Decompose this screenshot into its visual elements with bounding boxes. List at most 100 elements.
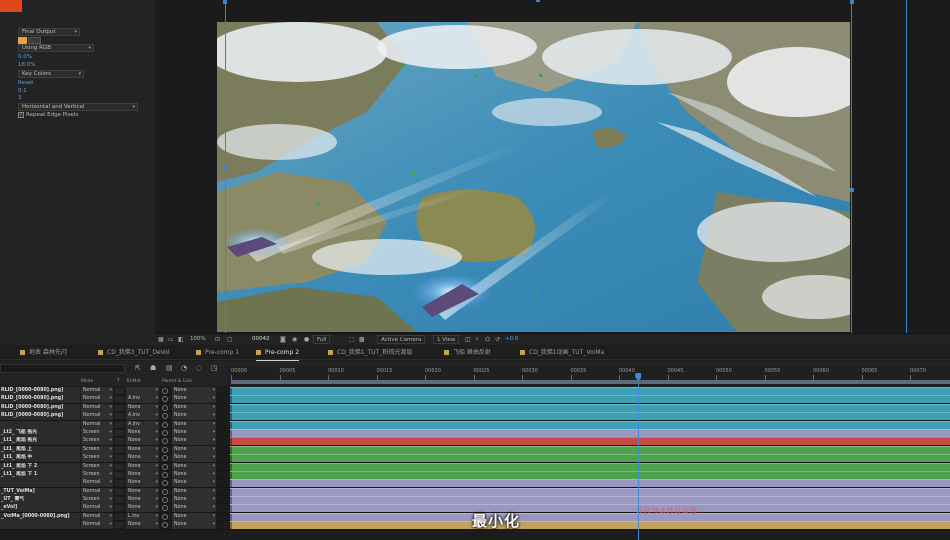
parent-pickwhip-icon[interactable] bbox=[162, 513, 168, 520]
composition-viewer[interactable] bbox=[155, 0, 950, 340]
layer-row[interactable]: _UT_ 雾气Screen None None bbox=[0, 496, 950, 505]
track-matte-dropdown[interactable]: None bbox=[126, 437, 159, 446]
layer-name[interactable]: _TUT_VoiMa] bbox=[0, 487, 80, 496]
preserve-transparency-toggle[interactable] bbox=[115, 438, 124, 445]
layer-duration-bar[interactable] bbox=[230, 420, 950, 429]
tab-3[interactable]: Pre-comp 1 bbox=[196, 346, 239, 360]
parent-dropdown[interactable]: None bbox=[172, 470, 216, 479]
graph-editor-icon[interactable]: ◌ bbox=[196, 364, 202, 372]
time-ruler[interactable]: 00000 00005 00010 00015 00020 00025 00030 00035… bbox=[228, 366, 950, 386]
track-matte-dropdown[interactable]: None bbox=[126, 496, 159, 505]
tab-6[interactable]: 飞船 峰抽反射 bbox=[444, 346, 491, 360]
track-matte-dropdown[interactable]: None bbox=[126, 454, 159, 463]
track-matte-dropdown[interactable] bbox=[126, 387, 159, 395]
layer-duration-bar[interactable] bbox=[230, 437, 950, 446]
track-matte-dropdown[interactable]: A.Inv bbox=[126, 395, 159, 404]
exposure-value[interactable]: +0.0 bbox=[505, 334, 518, 345]
track-matte-dropdown[interactable]: None bbox=[126, 403, 159, 412]
layer-name[interactable]: RLID_[0000-0080].png] bbox=[0, 387, 80, 395]
trkmat-column-header[interactable]: TrkMat bbox=[126, 377, 141, 386]
parent-pickwhip-icon[interactable] bbox=[162, 463, 168, 470]
preserve-transparency-toggle[interactable] bbox=[115, 404, 124, 411]
parent-dropdown[interactable]: None bbox=[172, 496, 216, 505]
direction-dropdown[interactable]: Horizontal and Vertical bbox=[18, 103, 138, 111]
snapshot-camera-icon[interactable]: ◙ bbox=[280, 334, 286, 345]
blend-mode-dropdown[interactable]: Screen bbox=[81, 496, 113, 505]
preserve-transparency-toggle[interactable] bbox=[115, 413, 124, 420]
parent-dropdown[interactable]: None bbox=[172, 445, 216, 454]
radius-value[interactable]: 3 bbox=[18, 95, 22, 102]
layer-duration-bar[interactable] bbox=[230, 403, 950, 412]
layer-name[interactable]: RLID_[0000-0080].png] bbox=[0, 395, 80, 404]
layer-row[interactable]: _Lt1_ 尾焰 拖光Screen None None bbox=[0, 437, 950, 446]
track-matte-dropdown[interactable]: None bbox=[126, 521, 159, 530]
blend-mode-dropdown[interactable]: Normal bbox=[81, 479, 113, 488]
parent-pickwhip-icon[interactable] bbox=[162, 455, 168, 462]
layer-row[interactable]: _Lt1_ 尾焰 中Screen None None bbox=[0, 454, 950, 463]
layer-row[interactable]: Normal A.Inv None bbox=[0, 420, 950, 429]
preserve-transparency-toggle[interactable] bbox=[115, 488, 124, 495]
parent-pickwhip-icon[interactable] bbox=[162, 488, 168, 495]
repeat-edge-checkbox[interactable]: ✓ bbox=[18, 112, 24, 118]
parent-pickwhip-icon[interactable] bbox=[162, 505, 168, 512]
layer-name[interactable]: RLID_[0000-0080].png] bbox=[0, 403, 80, 412]
layer-name[interactable]: _Lt1_ 尾焰 下 1 bbox=[0, 470, 80, 479]
blend-mode-dropdown[interactable]: Normal bbox=[81, 420, 113, 429]
blend-mode-dropdown[interactable]: Screen bbox=[81, 428, 113, 437]
tab-2[interactable]: CD_我佛3_TUT_DeVol bbox=[98, 346, 170, 360]
preserve-transparency-toggle[interactable] bbox=[115, 505, 124, 512]
blend-mode-dropdown[interactable]: Normal bbox=[81, 403, 113, 412]
blend-mode-dropdown[interactable]: Normal bbox=[81, 387, 113, 395]
preserve-transparency-toggle[interactable] bbox=[115, 446, 124, 453]
reset-exposure-icon[interactable]: ↺ bbox=[495, 334, 500, 345]
layer-name[interactable] bbox=[0, 521, 80, 530]
view-layout-dropdown[interactable]: 1 View bbox=[433, 335, 460, 344]
composition-frame[interactable] bbox=[217, 22, 850, 332]
layer-duration-bar[interactable] bbox=[230, 496, 950, 505]
layer-row[interactable]: RLID_[0000-0080].png]Normal A.Inv None bbox=[0, 395, 950, 404]
motion-blur-icon[interactable]: ◔ bbox=[181, 364, 187, 372]
blend-mode-dropdown[interactable]: Normal bbox=[81, 487, 113, 496]
layer-name[interactable]: _Lt1_ 尾焰 上 bbox=[0, 445, 80, 454]
parent-pickwhip-icon[interactable] bbox=[162, 471, 168, 478]
layer-name[interactable]: _VoiMa_[0000-0080].png] bbox=[0, 512, 80, 521]
tab-4[interactable]: Pre-comp 2 bbox=[256, 346, 300, 361]
parent-dropdown[interactable]: None bbox=[172, 420, 216, 429]
track-matte-dropdown[interactable]: None bbox=[126, 470, 159, 479]
layer-duration-bar[interactable] bbox=[230, 462, 950, 471]
toggle-pixel-icon[interactable]: ◫ bbox=[465, 334, 471, 345]
parent-dropdown[interactable]: None bbox=[172, 403, 216, 412]
layer-duration-bar[interactable] bbox=[230, 454, 950, 463]
grid-icon[interactable]: ▦ bbox=[158, 334, 164, 345]
track-matte-dropdown[interactable]: None bbox=[126, 504, 159, 513]
layer-duration-bar[interactable] bbox=[230, 504, 950, 513]
region-icon[interactable]: ▢ bbox=[227, 334, 233, 345]
layer-row[interactable]: Normal None None bbox=[0, 479, 950, 488]
eyedropper-icon[interactable] bbox=[28, 37, 41, 44]
t-column-header[interactable]: T bbox=[117, 377, 120, 386]
preserve-transparency-toggle[interactable] bbox=[115, 522, 124, 529]
track-matte-dropdown[interactable]: A.Inv bbox=[126, 420, 159, 429]
tab-5[interactable]: CD_我佛1_TUT_粉琉光渡层 bbox=[328, 346, 412, 360]
layer-duration-bar[interactable] bbox=[230, 395, 950, 404]
show-snapshot-icon[interactable]: ◉ bbox=[292, 334, 297, 345]
parent-pickwhip-icon[interactable] bbox=[162, 446, 168, 453]
track-matte-dropdown[interactable]: None bbox=[126, 445, 159, 454]
layer-row[interactable]: _Lt1_ 尾焰 下 2Screen None None bbox=[0, 462, 950, 471]
parent-dropdown[interactable]: None bbox=[172, 479, 216, 488]
preserve-transparency-toggle[interactable] bbox=[115, 497, 124, 504]
parent-dropdown[interactable]: None bbox=[172, 454, 216, 463]
camera-dropdown[interactable]: Active Camera bbox=[377, 335, 426, 344]
layer-name[interactable]: _UT_ 雾气 bbox=[0, 496, 80, 505]
track-matte-dropdown[interactable]: L.Inv bbox=[126, 512, 159, 521]
track-matte-dropdown[interactable]: None bbox=[126, 487, 159, 496]
layer-search-input[interactable] bbox=[0, 364, 125, 373]
layer-name[interactable]: _Lt1_ 尾焰 下 2 bbox=[0, 462, 80, 471]
tab-7[interactable]: CD_我佛1动画_TUT_VoiMa bbox=[520, 346, 604, 360]
key-colors-dropdown[interactable]: Key Colors bbox=[18, 70, 84, 78]
parent-dropdown[interactable]: None bbox=[172, 512, 216, 521]
mode-column-header[interactable]: Mode bbox=[81, 377, 93, 386]
layer-name[interactable]: _Lt1_ 尾焰 拖光 bbox=[0, 437, 80, 446]
preserve-transparency-toggle[interactable] bbox=[115, 513, 124, 520]
layer-name[interactable] bbox=[0, 479, 80, 488]
